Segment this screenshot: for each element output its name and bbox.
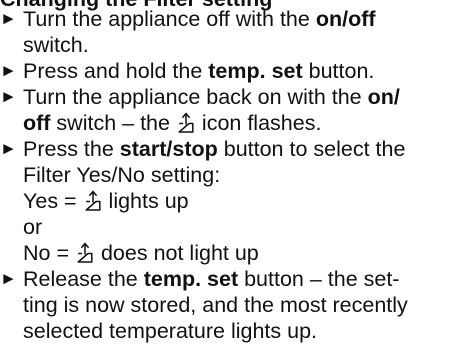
step-line: or xyxy=(0,214,467,240)
step-5: ► Release the temp. set button – the set… xyxy=(0,266,467,344)
button-name: off xyxy=(23,111,51,135)
step-line: ► Press the start/stop button to select … xyxy=(0,136,467,162)
hand-pointer-icon xyxy=(84,190,102,212)
arrow-bullet-icon: ► xyxy=(0,139,17,158)
arrow-bullet-icon: ► xyxy=(0,87,17,106)
hand-pointer-icon xyxy=(76,242,94,264)
step-text: switch – the xyxy=(50,111,176,135)
step-text: does not light up xyxy=(95,241,259,265)
step-line: No = does not light up xyxy=(0,240,467,266)
step-text: selected temperature lights up. xyxy=(23,319,317,343)
hand-pointer-icon xyxy=(177,112,195,134)
step-line: ► Release the temp. set button – the set… xyxy=(0,266,467,292)
step-line: ► Turn the appliance off with the on/off xyxy=(0,6,467,32)
arrow-bullet-icon: ► xyxy=(0,269,17,288)
step-text: switch. xyxy=(23,33,89,57)
step-line: Yes = lights up xyxy=(0,188,467,214)
step-line: selected temperature lights up. xyxy=(0,318,467,344)
step-line: switch. xyxy=(0,32,467,58)
step-text: button. xyxy=(302,59,375,83)
step-text: or xyxy=(23,215,43,239)
step-text: ting is now stored, and the most recentl… xyxy=(23,293,408,317)
step-line: Filter Yes/No setting: xyxy=(0,162,467,188)
step-4: ► Press the start/stop button to select … xyxy=(0,136,467,266)
step-text: button to select the xyxy=(217,137,406,161)
step-text: lights up xyxy=(102,189,189,213)
step-text: button – the set- xyxy=(238,267,400,291)
arrow-bullet-icon: ► xyxy=(0,61,17,80)
step-text: Turn the appliance back on with the xyxy=(23,85,368,109)
button-name: start/stop xyxy=(119,137,218,161)
step-line: ting is now stored, and the most recentl… xyxy=(0,292,467,318)
step-text: No = xyxy=(23,241,75,265)
step-line: off switch – the icon flashes. xyxy=(0,110,467,136)
step-text: icon flashes. xyxy=(195,111,322,135)
step-line: ► Turn the appliance back on with the on… xyxy=(0,84,467,110)
step-text: Release the xyxy=(23,267,144,291)
step-text: Press the xyxy=(23,137,120,161)
button-name: temp. set xyxy=(208,59,303,83)
step-text: Press and hold the xyxy=(23,59,209,83)
steps-list: ► Turn the appliance off with the on/off… xyxy=(0,6,467,344)
step-3: ► Turn the appliance back on with the on… xyxy=(0,84,467,136)
step-text: Filter Yes/No setting: xyxy=(23,163,221,187)
arrow-bullet-icon: ► xyxy=(0,9,17,28)
step-2: ► Press and hold the temp. set button. xyxy=(0,58,467,84)
step-line: ► Press and hold the temp. set button. xyxy=(0,58,467,84)
button-name: temp. set xyxy=(143,267,239,291)
step-text: Turn the appliance off with the xyxy=(23,7,316,31)
button-name: on/ xyxy=(367,85,400,109)
step-1: ► Turn the appliance off with the on/off… xyxy=(0,6,467,58)
button-name: on/off xyxy=(315,7,376,31)
step-text: Yes = xyxy=(23,189,83,213)
